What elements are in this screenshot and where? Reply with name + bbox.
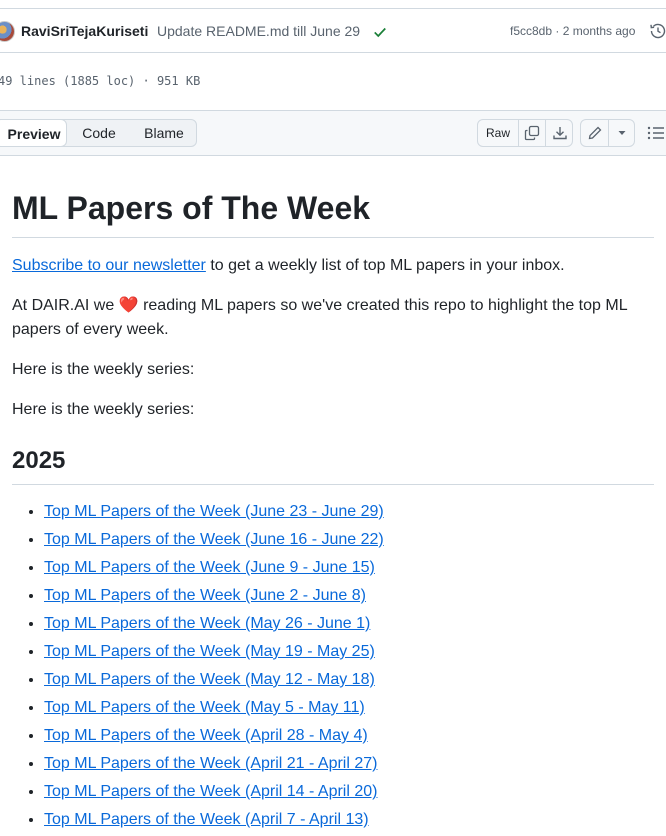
weekly-papers-link[interactable]: Top ML Papers of the Week (May 19 - May … — [44, 643, 375, 660]
weekly-papers-link[interactable]: Top ML Papers of the Week (June 2 - June… — [44, 587, 366, 604]
weekly-papers-link[interactable]: Top ML Papers of the Week (April 14 - Ap… — [44, 783, 377, 800]
list-item: Top ML Papers of the Week (April 28 - Ma… — [44, 724, 384, 752]
list-item: Top ML Papers of the Week (May 19 - May … — [44, 640, 384, 668]
list-item: Top ML Papers of the Week (April 21 - Ap… — [44, 752, 384, 780]
edit-actions-group — [580, 119, 635, 147]
subscribe-newsletter-link[interactable]: Subscribe to our newsletter — [12, 257, 206, 274]
list-item: Top ML Papers of the Week (June 23 - Jun… — [44, 500, 384, 528]
download-icon — [552, 127, 567, 140]
copy-icon — [524, 125, 540, 141]
raw-actions-group: Raw — [477, 119, 573, 147]
year-heading-2025: 2025 — [12, 447, 66, 474]
tab-code[interactable]: Code — [77, 120, 121, 146]
list-item: Top ML Papers of the Week (April 7 - Apr… — [44, 808, 384, 836]
weekly-papers-link[interactable]: Top ML Papers of the Week (May 5 - May 1… — [44, 699, 365, 716]
commit-message-link[interactable]: Update README.md till June 29 — [157, 23, 360, 39]
commit-author-link[interactable]: RaviSriTejaKuriseti — [21, 23, 148, 39]
weekly-papers-link[interactable]: Top ML Papers of the Week (April 28 - Ma… — [44, 727, 368, 744]
list-item: Top ML Papers of the Week (April 14 - Ap… — [44, 780, 384, 808]
triangle-down-icon — [618, 131, 626, 135]
weekly-papers-link[interactable]: Top ML Papers of the Week (June 16 - Jun… — [44, 531, 384, 548]
subscribe-paragraph: Subscribe to our newsletter to get a wee… — [12, 254, 654, 278]
weekly-papers-list: Top ML Papers of the Week (June 23 - Jun… — [12, 500, 384, 836]
edit-options-dropdown[interactable] — [609, 120, 635, 146]
file-toolbar: Preview Code Blame Raw — [0, 110, 666, 156]
check-icon[interactable] — [373, 25, 387, 39]
year-divider — [12, 484, 654, 485]
file-info: 49 lines (1885 loc) · 951 KB — [0, 74, 201, 88]
series-intro-1: Here is the weekly series: — [12, 361, 195, 378]
history-icon[interactable] — [650, 23, 666, 39]
download-raw-button[interactable] — [546, 120, 573, 146]
list-item: Top ML Papers of the Week (June 9 - June… — [44, 556, 384, 584]
raw-button[interactable]: Raw — [478, 120, 519, 146]
list-item: Top ML Papers of the Week (June 16 - Jun… — [44, 528, 384, 556]
list-unordered-icon — [647, 126, 664, 140]
weekly-papers-link[interactable]: Top ML Papers of the Week (May 26 - June… — [44, 615, 370, 632]
list-item: Top ML Papers of the Week (June 2 - June… — [44, 584, 384, 612]
weekly-papers-link[interactable]: Top ML Papers of the Week (April 7 - Apr… — [44, 811, 369, 828]
readme-title: ML Papers of The Week — [12, 190, 371, 226]
intro-paragraph: At DAIR.AI we ❤️ reading ML papers so we… — [12, 294, 654, 342]
latest-commit-bar: RaviSriTejaKuriseti Update README.md til… — [0, 8, 666, 53]
edit-file-button[interactable] — [581, 120, 609, 146]
outline-button[interactable] — [646, 125, 666, 141]
weekly-papers-link[interactable]: Top ML Papers of the Week (May 12 - May … — [44, 671, 375, 688]
view-mode-switcher: Preview Code Blame — [0, 119, 197, 147]
subscribe-text: to get a weekly list of top ML papers in… — [205, 257, 565, 274]
weekly-papers-link[interactable]: Top ML Papers of the Week (April 21 - Ap… — [44, 755, 377, 772]
author-avatar[interactable] — [0, 21, 15, 42]
list-item: Top ML Papers of the Week (May 5 - May 1… — [44, 696, 384, 724]
title-divider — [12, 237, 654, 238]
tab-preview[interactable]: Preview — [0, 119, 67, 147]
list-item: Top ML Papers of the Week (May 26 - June… — [44, 612, 384, 640]
pencil-icon — [588, 126, 601, 140]
series-intro-2: Here is the weekly series: — [12, 401, 195, 418]
tab-blame[interactable]: Blame — [135, 120, 193, 146]
commit-hash-and-time[interactable]: f5cc8db · 2 months ago — [510, 24, 635, 38]
copy-raw-button[interactable] — [519, 120, 546, 146]
weekly-papers-link[interactable]: Top ML Papers of the Week (June 9 - June… — [44, 559, 375, 576]
heart-emoji: ❤️ — [118, 297, 139, 314]
list-item: Top ML Papers of the Week (May 12 - May … — [44, 668, 384, 696]
intro-text-before: At DAIR.AI we — [12, 297, 119, 314]
weekly-papers-link[interactable]: Top ML Papers of the Week (June 23 - Jun… — [44, 503, 384, 520]
